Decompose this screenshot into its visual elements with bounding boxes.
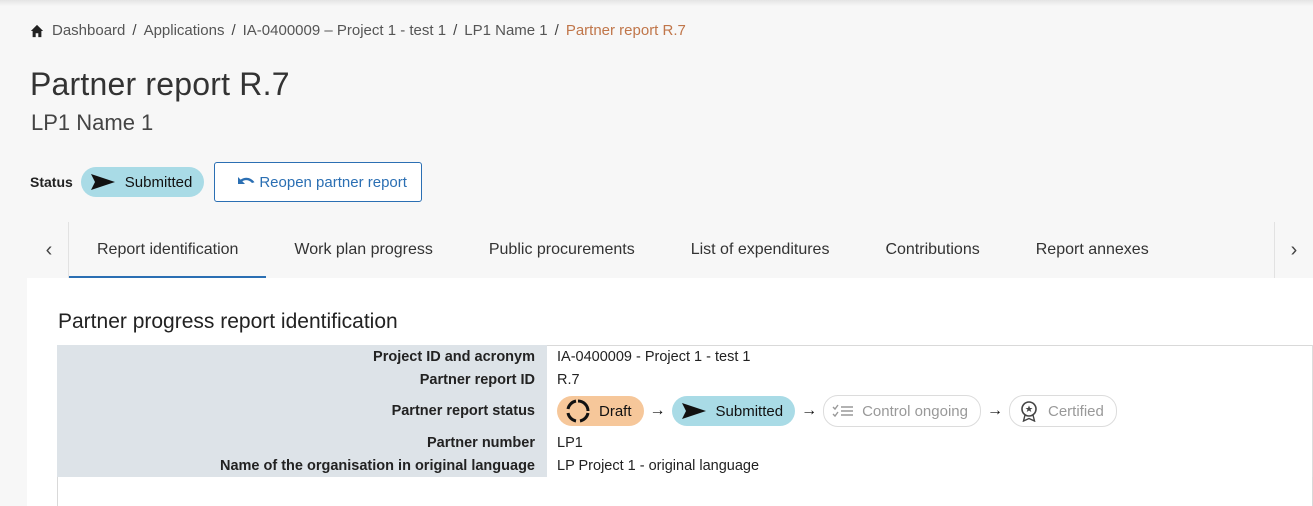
flow-step-label: Draft	[599, 402, 632, 420]
breadcrumb-applications[interactable]: Applications	[144, 22, 225, 39]
tab-bar: ‹ Report identification Work plan progre…	[30, 222, 1313, 278]
table-row: Partner report status Draft → Submitted …	[57, 391, 1313, 431]
breadcrumb-separator: /	[554, 22, 559, 39]
tab-public-procurements[interactable]: Public procurements	[461, 222, 663, 278]
table-row: Project ID and acronym IA-0400009 - Proj…	[57, 345, 1313, 368]
home-icon[interactable]	[30, 24, 44, 38]
tab-label: List of expenditures	[690, 241, 830, 258]
breadcrumb-project[interactable]: IA-0400009 – Project 1 - test 1	[243, 22, 446, 39]
flow-step-label: Certified	[1047, 402, 1104, 420]
row-key: Partner report status	[57, 391, 547, 431]
row-value-status-flow: Draft → Submitted → Control ongoing → Ce…	[547, 391, 1313, 431]
breadcrumb-partner[interactable]: LP1 Name 1	[464, 22, 547, 39]
reopen-button-label: Reopen partner report	[259, 173, 407, 191]
identification-card: Partner progress report identification P…	[27, 278, 1313, 506]
draft-icon	[566, 399, 590, 423]
tab-contributions[interactable]: Contributions	[857, 222, 1007, 278]
send-icon	[90, 174, 115, 190]
row-key: Name of the organisation in original lan…	[57, 454, 547, 477]
row-value: LP Project 1 - original language	[547, 454, 1313, 477]
tab-label: Report annexes	[1035, 241, 1149, 258]
checklist-icon	[832, 404, 854, 418]
status-label: Status	[30, 174, 73, 190]
flow-step-certified: Certified	[1008, 395, 1117, 427]
page-title: Partner report R.7	[30, 66, 290, 102]
undo-icon	[238, 177, 255, 184]
breadcrumb-separator: /	[453, 22, 458, 39]
status-flow: Draft → Submitted → Control ongoing → Ce…	[557, 395, 1312, 427]
breadcrumb: Dashboard / Applications / IA-0400009 – …	[30, 22, 686, 39]
breadcrumb-separator: /	[231, 22, 236, 39]
tab-report-identification[interactable]: Report identification	[69, 222, 267, 278]
flow-arrow-icon: →	[986, 402, 1003, 419]
page-subtitle: LP1 Name 1	[31, 110, 154, 135]
flow-arrow-icon: →	[649, 402, 666, 419]
top-shadow	[0, 0, 1313, 6]
breadcrumb-separator: /	[132, 22, 137, 39]
table-row: Partner number LP1	[57, 431, 1313, 454]
tab-work-plan-progress[interactable]: Work plan progress	[266, 222, 460, 278]
tab-label: Public procurements	[488, 241, 635, 258]
row-value: R.7	[547, 368, 1313, 391]
tabs-scroll-left-icon[interactable]: ‹	[30, 222, 69, 278]
table-row: Name of the organisation in original lan…	[57, 454, 1313, 477]
identification-table: Project ID and acronym IA-0400009 - Proj…	[57, 345, 1313, 477]
status-badge: Submitted	[80, 167, 205, 197]
send-icon	[681, 403, 706, 419]
reopen-report-button[interactable]: Reopen partner report	[214, 162, 422, 202]
row-key: Project ID and acronym	[57, 345, 547, 368]
breadcrumb-dashboard[interactable]: Dashboard	[52, 22, 125, 39]
flow-step-label: Submitted	[715, 402, 784, 420]
tab-report-annexes[interactable]: Report annexes	[1008, 222, 1177, 278]
tab-label: Work plan progress	[294, 241, 433, 258]
tab-label: Report identification	[97, 241, 239, 258]
flow-step-draft: Draft	[557, 396, 644, 426]
status-badge-label: Submitted	[124, 173, 193, 191]
award-icon	[1021, 401, 1037, 422]
flow-step-submitted: Submitted	[671, 396, 796, 426]
row-key: Partner report ID	[57, 368, 547, 391]
row-key: Partner number	[57, 431, 547, 454]
breadcrumb-current: Partner report R.7	[565, 22, 686, 39]
row-value: IA-0400009 - Project 1 - test 1	[547, 345, 1313, 368]
tab-list-of-expenditures[interactable]: List of expenditures	[663, 222, 858, 278]
tabs-scroll-right-icon[interactable]: ›	[1274, 222, 1313, 278]
row-value: LP1	[547, 431, 1313, 454]
flow-arrow-icon: →	[801, 402, 818, 419]
flow-step-label: Control ongoing	[862, 402, 968, 420]
table-row: Partner report ID R.7	[57, 368, 1313, 391]
section-title: Partner progress report identification	[58, 310, 398, 333]
status-row: Status Submitted Reopen partner report	[30, 162, 422, 202]
tab-label: Contributions	[885, 241, 980, 258]
flow-step-control-ongoing: Control ongoing	[823, 395, 981, 427]
